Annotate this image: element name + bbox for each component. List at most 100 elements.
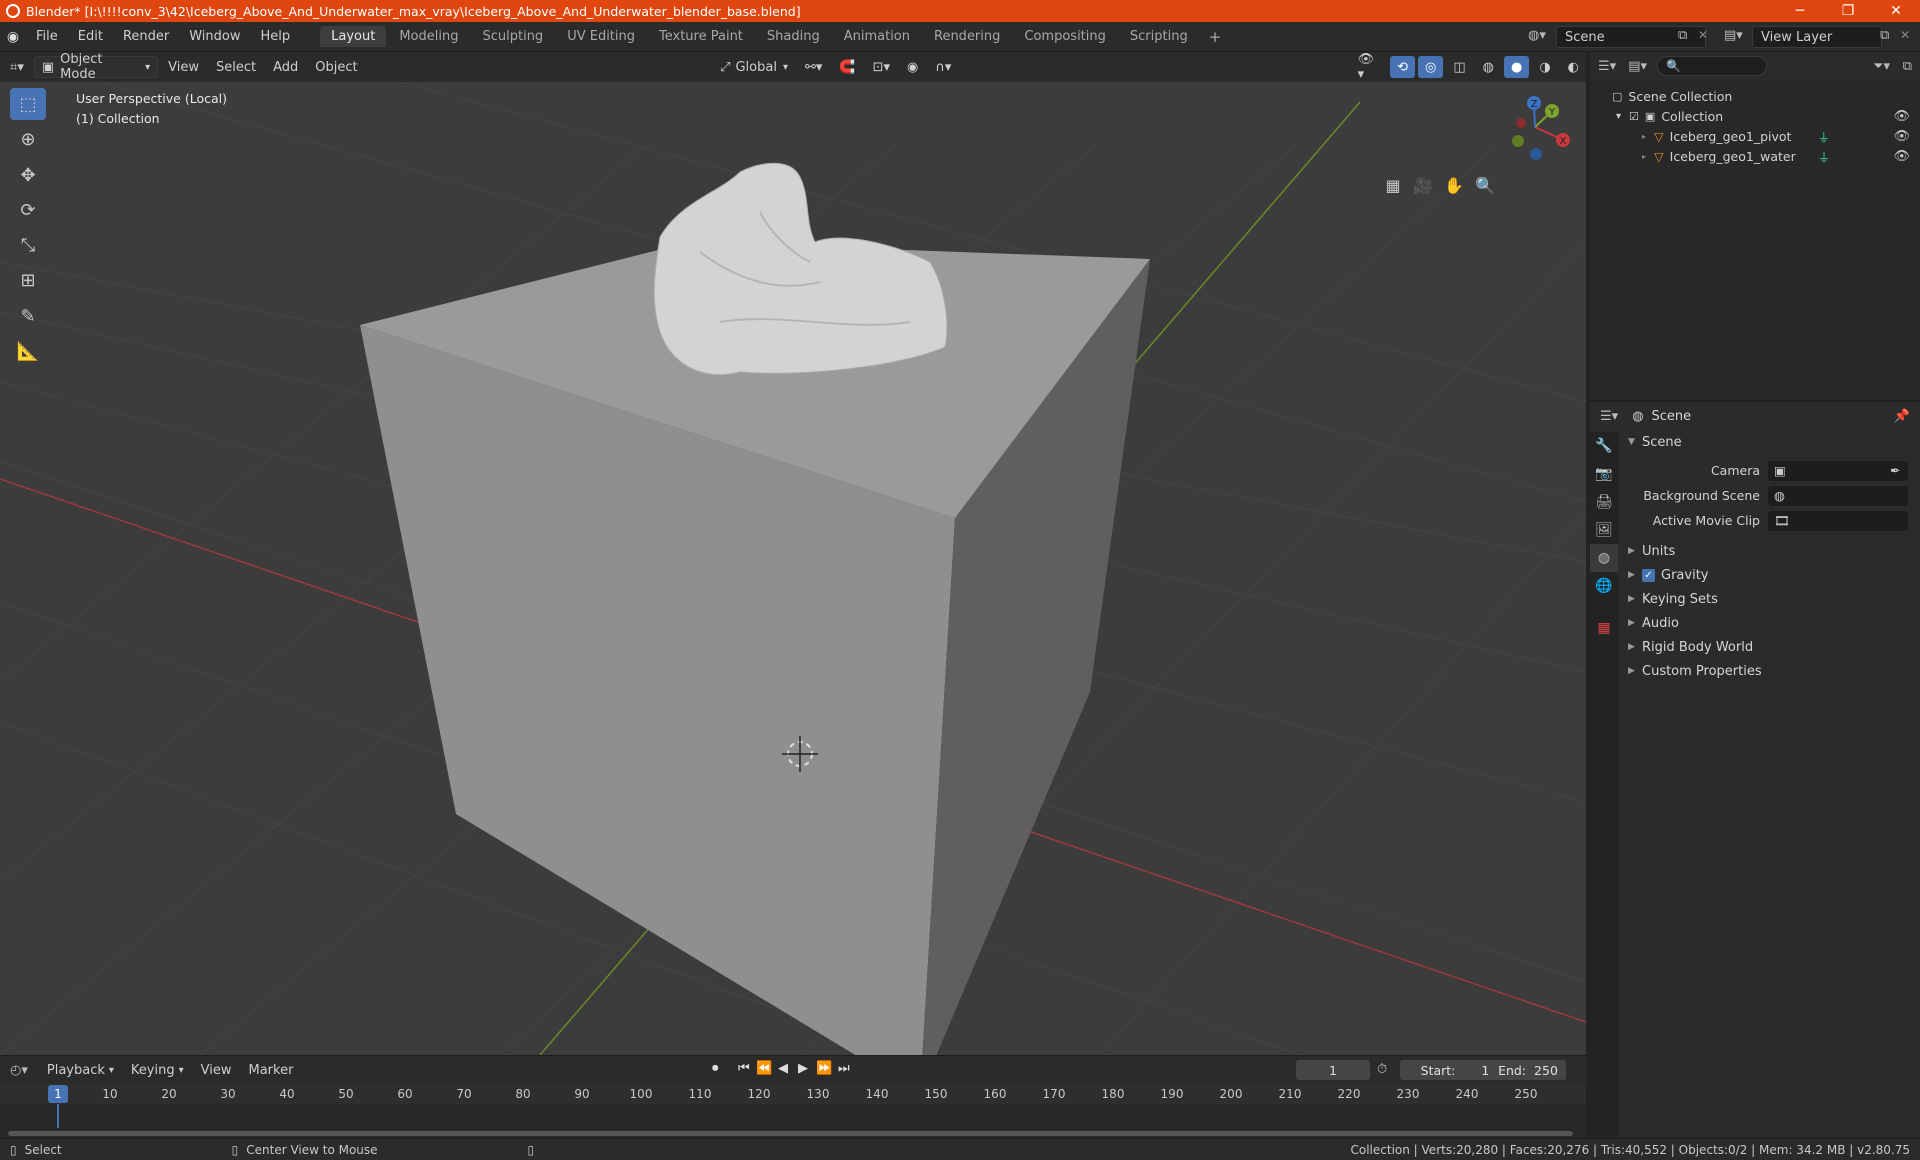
outliner-row-scene-collection[interactable]: ▢ Scene Collection	[1590, 86, 1920, 106]
menu-add[interactable]: Add	[266, 56, 305, 78]
tab-layout[interactable]: Layout	[320, 26, 387, 47]
jump-end-icon[interactable]: ⏭	[838, 1061, 850, 1076]
visibility-icon[interactable]: 👁▾	[1351, 52, 1387, 82]
gravity-section[interactable]: ▶ ✓ Gravity	[1618, 563, 1920, 587]
keying-sets-section[interactable]: ▶ Keying Sets	[1618, 587, 1920, 611]
background-scene-field[interactable]: ◍	[1768, 485, 1908, 506]
end-frame-field[interactable]: End: 250	[1490, 1060, 1566, 1080]
expand-arrow-icon[interactable]: ▸	[1642, 152, 1646, 161]
stopwatch-icon[interactable]: ⏱	[1377, 1062, 1387, 1077]
current-frame-indicator[interactable]: 1	[48, 1085, 68, 1103]
menu-view[interactable]: View	[161, 56, 206, 78]
timeline-track-area[interactable]	[0, 1104, 1586, 1139]
expand-arrow-icon[interactable]: ▾	[1616, 111, 1621, 122]
eye-icon[interactable]: 👁	[1893, 109, 1910, 124]
camera-field[interactable]: ▣	[1768, 460, 1908, 481]
new-collection-icon[interactable]: ⧉	[1903, 59, 1912, 74]
cursor-tool-icon[interactable]: ⊕	[10, 123, 46, 155]
menu-select[interactable]: Select	[209, 56, 263, 78]
select-box-tool-icon[interactable]: ⬚	[10, 88, 46, 120]
tab-scripting[interactable]: Scripting	[1119, 26, 1199, 47]
remove-view-layer-icon[interactable]: ✕	[1900, 28, 1910, 42]
view-layer-tab-icon[interactable]: 🖼	[1590, 516, 1618, 544]
falloff-icon[interactable]: ∩▾	[928, 56, 958, 78]
move-tool-icon[interactable]: ✥	[10, 159, 46, 191]
transform-tool-icon[interactable]: ⊞	[10, 264, 46, 296]
camera-view-icon[interactable]: 🎥	[1410, 172, 1436, 198]
tab-shading[interactable]: Shading	[756, 26, 831, 47]
zoom-icon[interactable]: 🔍	[1472, 172, 1498, 198]
pan-hand-icon[interactable]: ✋	[1441, 172, 1467, 198]
texture-tab-icon[interactable]: ▦	[1590, 614, 1618, 642]
toggle-camera-icon[interactable]: ▦	[1380, 172, 1406, 198]
scene-tab-icon[interactable]: ◍	[1590, 544, 1618, 572]
add-workspace-button[interactable]: +	[1201, 28, 1230, 46]
properties-editor-icon[interactable]: ☰▾	[1600, 409, 1618, 424]
view-layer-field[interactable]: View Layer	[1752, 26, 1882, 48]
editor-type-icon[interactable]: ⌗▾	[3, 56, 31, 78]
menu-view[interactable]: View	[194, 1059, 239, 1081]
menu-help[interactable]: Help	[251, 29, 301, 44]
snap-icon[interactable]: 🧲	[832, 56, 862, 78]
proportional-edit-icon[interactable]: ◉	[900, 56, 925, 78]
tab-sculpting[interactable]: Sculpting	[471, 26, 554, 47]
scene-section-header[interactable]: ▼ Scene	[1618, 430, 1920, 454]
solid-shading-icon[interactable]: ●	[1503, 56, 1530, 78]
frame-ruler[interactable]: 1 10 20 30 40 50 60 70 80 90 100 110 120…	[0, 1084, 1586, 1104]
blender-menu-icon[interactable]: ◉	[0, 29, 26, 45]
jump-keyframe-forward-icon[interactable]: ⏩	[816, 1061, 832, 1076]
eyedropper-icon[interactable]: ✒	[1890, 463, 1900, 478]
current-frame-field[interactable]: 1	[1296, 1060, 1370, 1080]
tab-modeling[interactable]: Modeling	[388, 26, 469, 47]
remove-scene-icon[interactable]: ✕	[1698, 28, 1708, 42]
tool-tab-icon[interactable]: 🔧	[1590, 432, 1618, 460]
checkbox-icon[interactable]: ☑	[1629, 110, 1639, 123]
units-section[interactable]: ▶ Units	[1618, 539, 1920, 563]
output-tab-icon[interactable]: 🖨	[1590, 488, 1618, 516]
tab-animation[interactable]: Animation	[833, 26, 921, 47]
eye-icon[interactable]: 👁	[1893, 129, 1910, 144]
rendered-shading-icon[interactable]: ◐	[1561, 56, 1586, 78]
display-mode-icon[interactable]: ▤▾	[1628, 59, 1647, 74]
new-scene-icon[interactable]: ⧉	[1678, 28, 1687, 43]
render-tab-icon[interactable]: 📷	[1590, 460, 1618, 488]
timeline-editor-icon[interactable]: ◴▾	[10, 1063, 28, 1078]
outliner-row-object[interactable]: ▸ ▽ Iceberg_geo1_water ⏚ 👁	[1590, 146, 1920, 166]
movie-clip-field[interactable]: 🎞	[1768, 510, 1908, 531]
menu-render[interactable]: Render	[113, 29, 179, 44]
menu-file[interactable]: File	[26, 29, 68, 44]
gravity-checkbox[interactable]: ✓	[1642, 568, 1655, 582]
xray-icon[interactable]: ◫	[1446, 56, 1472, 78]
material-shading-icon[interactable]: ◑	[1532, 56, 1557, 78]
maximize-button[interactable]: ❐	[1824, 0, 1872, 22]
expand-arrow-icon[interactable]: ▸	[1642, 132, 1646, 141]
overlay-icon[interactable]: ◎	[1417, 56, 1444, 78]
jump-start-icon[interactable]: ⏮	[738, 1061, 750, 1076]
annotate-tool-icon[interactable]: ✎	[10, 300, 46, 332]
audio-section[interactable]: ▶ Audio	[1618, 611, 1920, 635]
custom-properties-section[interactable]: ▶ Custom Properties	[1618, 659, 1920, 683]
outliner-row-object[interactable]: ▸ ▽ Iceberg_geo1_pivot ⏚ 👁	[1590, 126, 1920, 146]
pin-icon[interactable]: 📌	[1894, 409, 1910, 424]
minimize-button[interactable]: ─	[1776, 0, 1824, 22]
wireframe-shading-icon[interactable]: ◍	[1476, 56, 1501, 78]
scene-selector-icon[interactable]: ◍▾	[1528, 28, 1546, 43]
tab-texture-paint[interactable]: Texture Paint	[648, 26, 754, 47]
navigation-gizmo[interactable]: X Y Z	[1512, 96, 1570, 160]
3d-viewport[interactable]: X Y Z User Perspective (Local) (1) Colle…	[0, 82, 1586, 1055]
tab-compositing[interactable]: Compositing	[1013, 26, 1117, 47]
measure-tool-icon[interactable]: 📐	[10, 335, 46, 367]
menu-playback[interactable]: Playback ▾	[40, 1059, 121, 1081]
play-reverse-icon[interactable]: ◀	[778, 1061, 788, 1076]
close-button[interactable]: ✕	[1872, 0, 1920, 22]
orientation-dropdown[interactable]: ⤢ Global ▾	[713, 56, 795, 78]
record-icon[interactable]: ⏺	[712, 1061, 719, 1076]
eye-icon[interactable]: 👁	[1893, 149, 1910, 164]
pivot-icon[interactable]: ⚯▾	[798, 56, 829, 78]
scale-tool-icon[interactable]: ⤡	[10, 229, 46, 261]
outliner-row-collection[interactable]: ▾ ☑ ▣ Collection 👁	[1590, 106, 1920, 126]
tab-uv-editing[interactable]: UV Editing	[556, 26, 646, 47]
menu-object[interactable]: Object	[308, 56, 364, 78]
mode-dropdown[interactable]: ▣ Object Mode ▾	[33, 52, 159, 82]
menu-window[interactable]: Window	[179, 29, 250, 44]
